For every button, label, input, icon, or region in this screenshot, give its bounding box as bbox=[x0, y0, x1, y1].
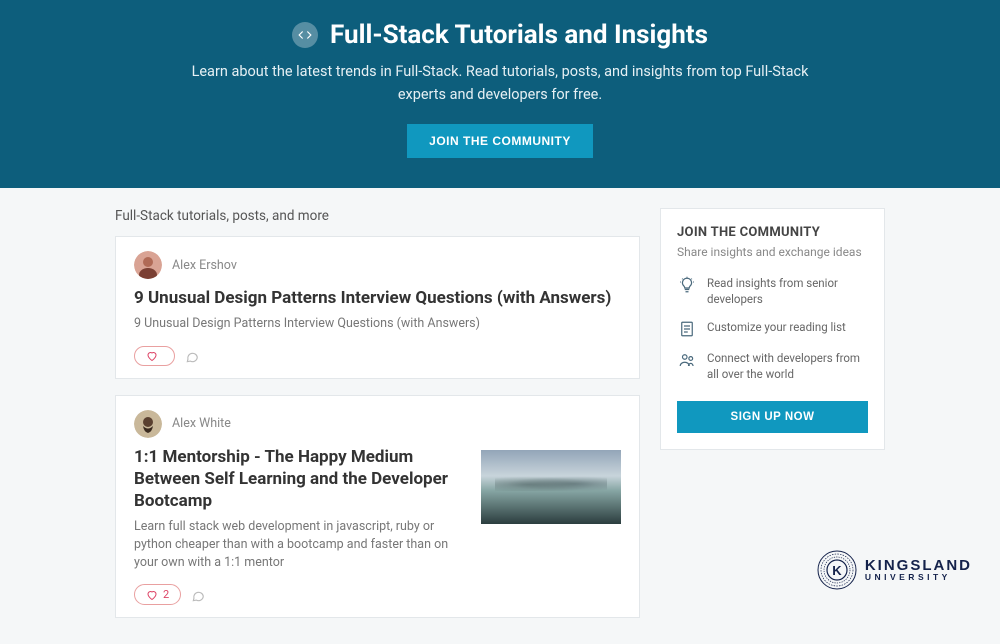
benefit-item: Customize your reading list bbox=[677, 319, 868, 338]
comment-button[interactable] bbox=[185, 349, 199, 363]
benefit-item: Read insights from senior developers bbox=[677, 275, 868, 307]
post-card[interactable]: Alex White 1:1 Mentorship - The Happy Me… bbox=[115, 395, 640, 619]
join-community-button[interactable]: JOIN THE COMMUNITY bbox=[407, 124, 593, 158]
benefit-item: Connect with developers from all over th… bbox=[677, 350, 868, 382]
hero-title: Full-Stack Tutorials and Insights bbox=[330, 20, 708, 50]
hero-banner: Full-Stack Tutorials and Insights Learn … bbox=[0, 0, 1000, 188]
sidebar: JOIN THE COMMUNITY Share insights and ex… bbox=[660, 208, 885, 449]
post-title[interactable]: 1:1 Mentorship - The Happy Medium Betwee… bbox=[134, 446, 465, 512]
sidebar-title: JOIN THE COMMUNITY bbox=[677, 225, 868, 240]
benefit-text: Read insights from senior developers bbox=[707, 275, 868, 307]
author-name[interactable]: Alex White bbox=[172, 416, 231, 431]
brand-line1: KINGSLAND bbox=[865, 558, 972, 573]
like-button[interactable] bbox=[134, 346, 175, 366]
like-button[interactable]: 2 bbox=[134, 584, 181, 605]
list-icon bbox=[677, 319, 697, 338]
sidebar-subtitle: Share insights and exchange ideas bbox=[677, 244, 868, 261]
post-card[interactable]: Alex Ershov 9 Unusual Design Patterns In… bbox=[115, 236, 640, 378]
post-title[interactable]: 9 Unusual Design Patterns Interview Ques… bbox=[134, 287, 621, 309]
people-icon bbox=[677, 350, 697, 369]
avatar[interactable] bbox=[134, 251, 162, 279]
avatar[interactable] bbox=[134, 410, 162, 438]
brand-text: KINGSLAND UNIVERSITY bbox=[865, 558, 972, 582]
hero-subtitle: Learn about the latest trends in Full-St… bbox=[190, 60, 810, 106]
author-name[interactable]: Alex Ershov bbox=[172, 258, 237, 273]
post-thumbnail[interactable] bbox=[481, 450, 621, 524]
heart-icon bbox=[146, 589, 158, 601]
benefit-text: Customize your reading list bbox=[707, 319, 846, 335]
section-label: Full-Stack tutorials, posts, and more bbox=[115, 208, 640, 224]
svg-text:K: K bbox=[832, 563, 842, 578]
posts-column: Full-Stack tutorials, posts, and more Al… bbox=[115, 208, 640, 634]
sign-up-button[interactable]: SIGN UP NOW bbox=[677, 401, 868, 433]
like-count: 2 bbox=[163, 588, 169, 601]
post-excerpt: 9 Unusual Design Patterns Interview Ques… bbox=[134, 315, 621, 333]
post-excerpt: Learn full stack web development in java… bbox=[134, 518, 465, 572]
brand-line2: UNIVERSITY bbox=[865, 573, 972, 582]
lightbulb-icon bbox=[677, 275, 697, 294]
brand-logo[interactable]: K KINGSLAND UNIVERSITY bbox=[817, 550, 972, 590]
code-icon bbox=[292, 22, 318, 48]
heart-icon bbox=[146, 350, 158, 362]
brand-badge-icon: K bbox=[817, 550, 857, 590]
community-card: JOIN THE COMMUNITY Share insights and ex… bbox=[660, 208, 885, 449]
benefit-text: Connect with developers from all over th… bbox=[707, 350, 868, 382]
